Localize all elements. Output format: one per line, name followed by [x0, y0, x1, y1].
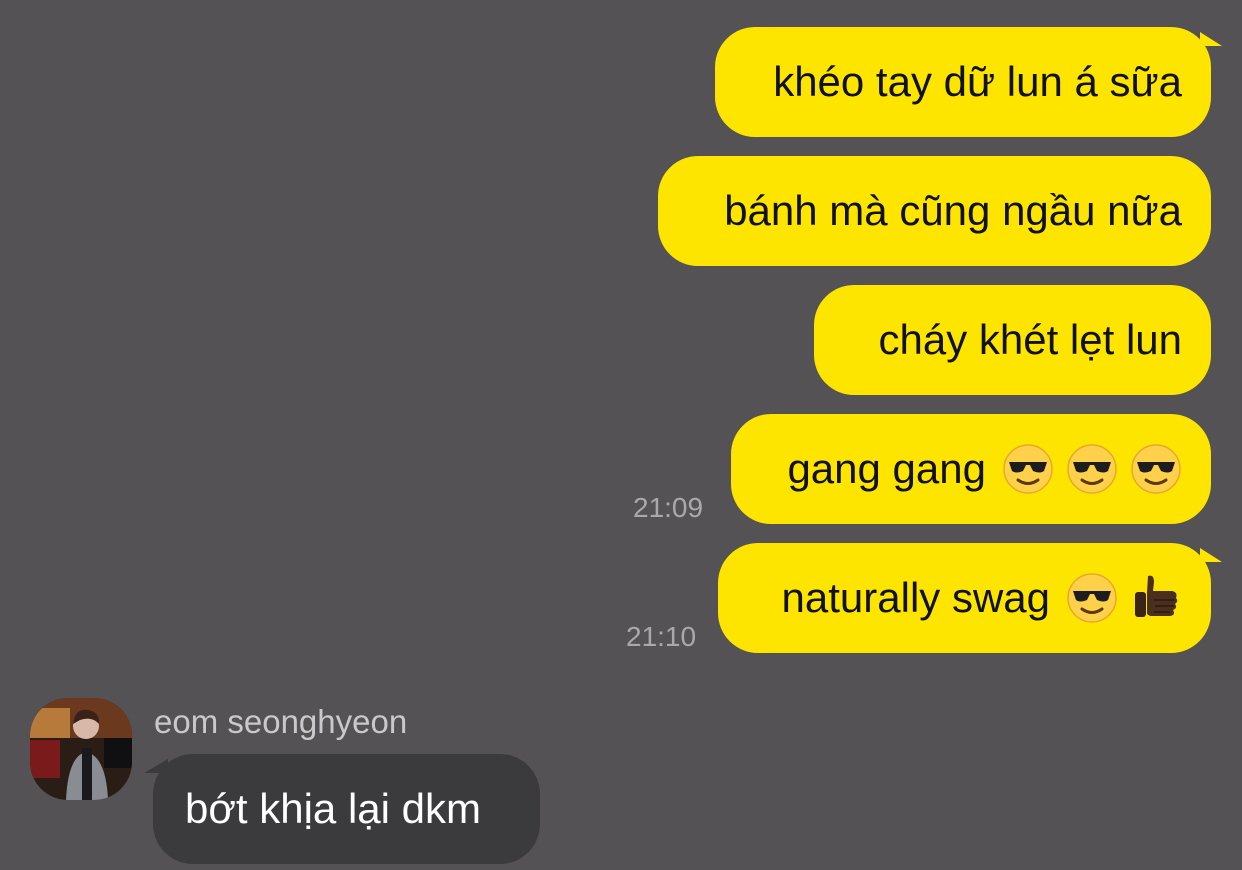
message-text: naturally swag: [781, 574, 1050, 621]
avatar[interactable]: [30, 698, 132, 800]
message-text: khéo tay dữ lun á sữa: [773, 58, 1182, 105]
message-timestamp: 21:09: [633, 492, 704, 523]
sunglasses-emoji-icon: [1067, 573, 1117, 623]
sunglasses-emoji-icon: [1067, 444, 1117, 494]
sender-name: eom seonghyeon: [154, 703, 408, 740]
message-timestamp: 21:10: [626, 621, 697, 652]
message-text: gang gang: [787, 445, 986, 492]
outgoing-message[interactable]: gang gang: [731, 414, 1211, 524]
outgoing-message[interactable]: bánh mà cũng ngầu nữa: [658, 156, 1211, 266]
incoming-message[interactable]: bớt khịa lại dkm: [153, 754, 540, 864]
chat-view: khéo tay dữ lun á sữa bánh mà cũng ngầu …: [0, 0, 1242, 870]
message-text: bánh mà cũng ngầu nữa: [724, 187, 1182, 234]
message-text: cháy khét lẹt lun: [878, 316, 1182, 363]
profile-photo-avatar: [30, 698, 132, 800]
thumbs-up-emoji-icon: [1135, 575, 1178, 617]
outgoing-message[interactable]: naturally swag: [718, 543, 1211, 653]
sunglasses-emoji-icon: [1003, 444, 1053, 494]
sunglasses-emoji-icon: [1131, 444, 1181, 494]
outgoing-message[interactable]: cháy khét lẹt lun: [814, 285, 1211, 395]
outgoing-message[interactable]: khéo tay dữ lun á sữa: [715, 27, 1211, 137]
message-text: bớt khịa lại dkm: [185, 785, 481, 832]
